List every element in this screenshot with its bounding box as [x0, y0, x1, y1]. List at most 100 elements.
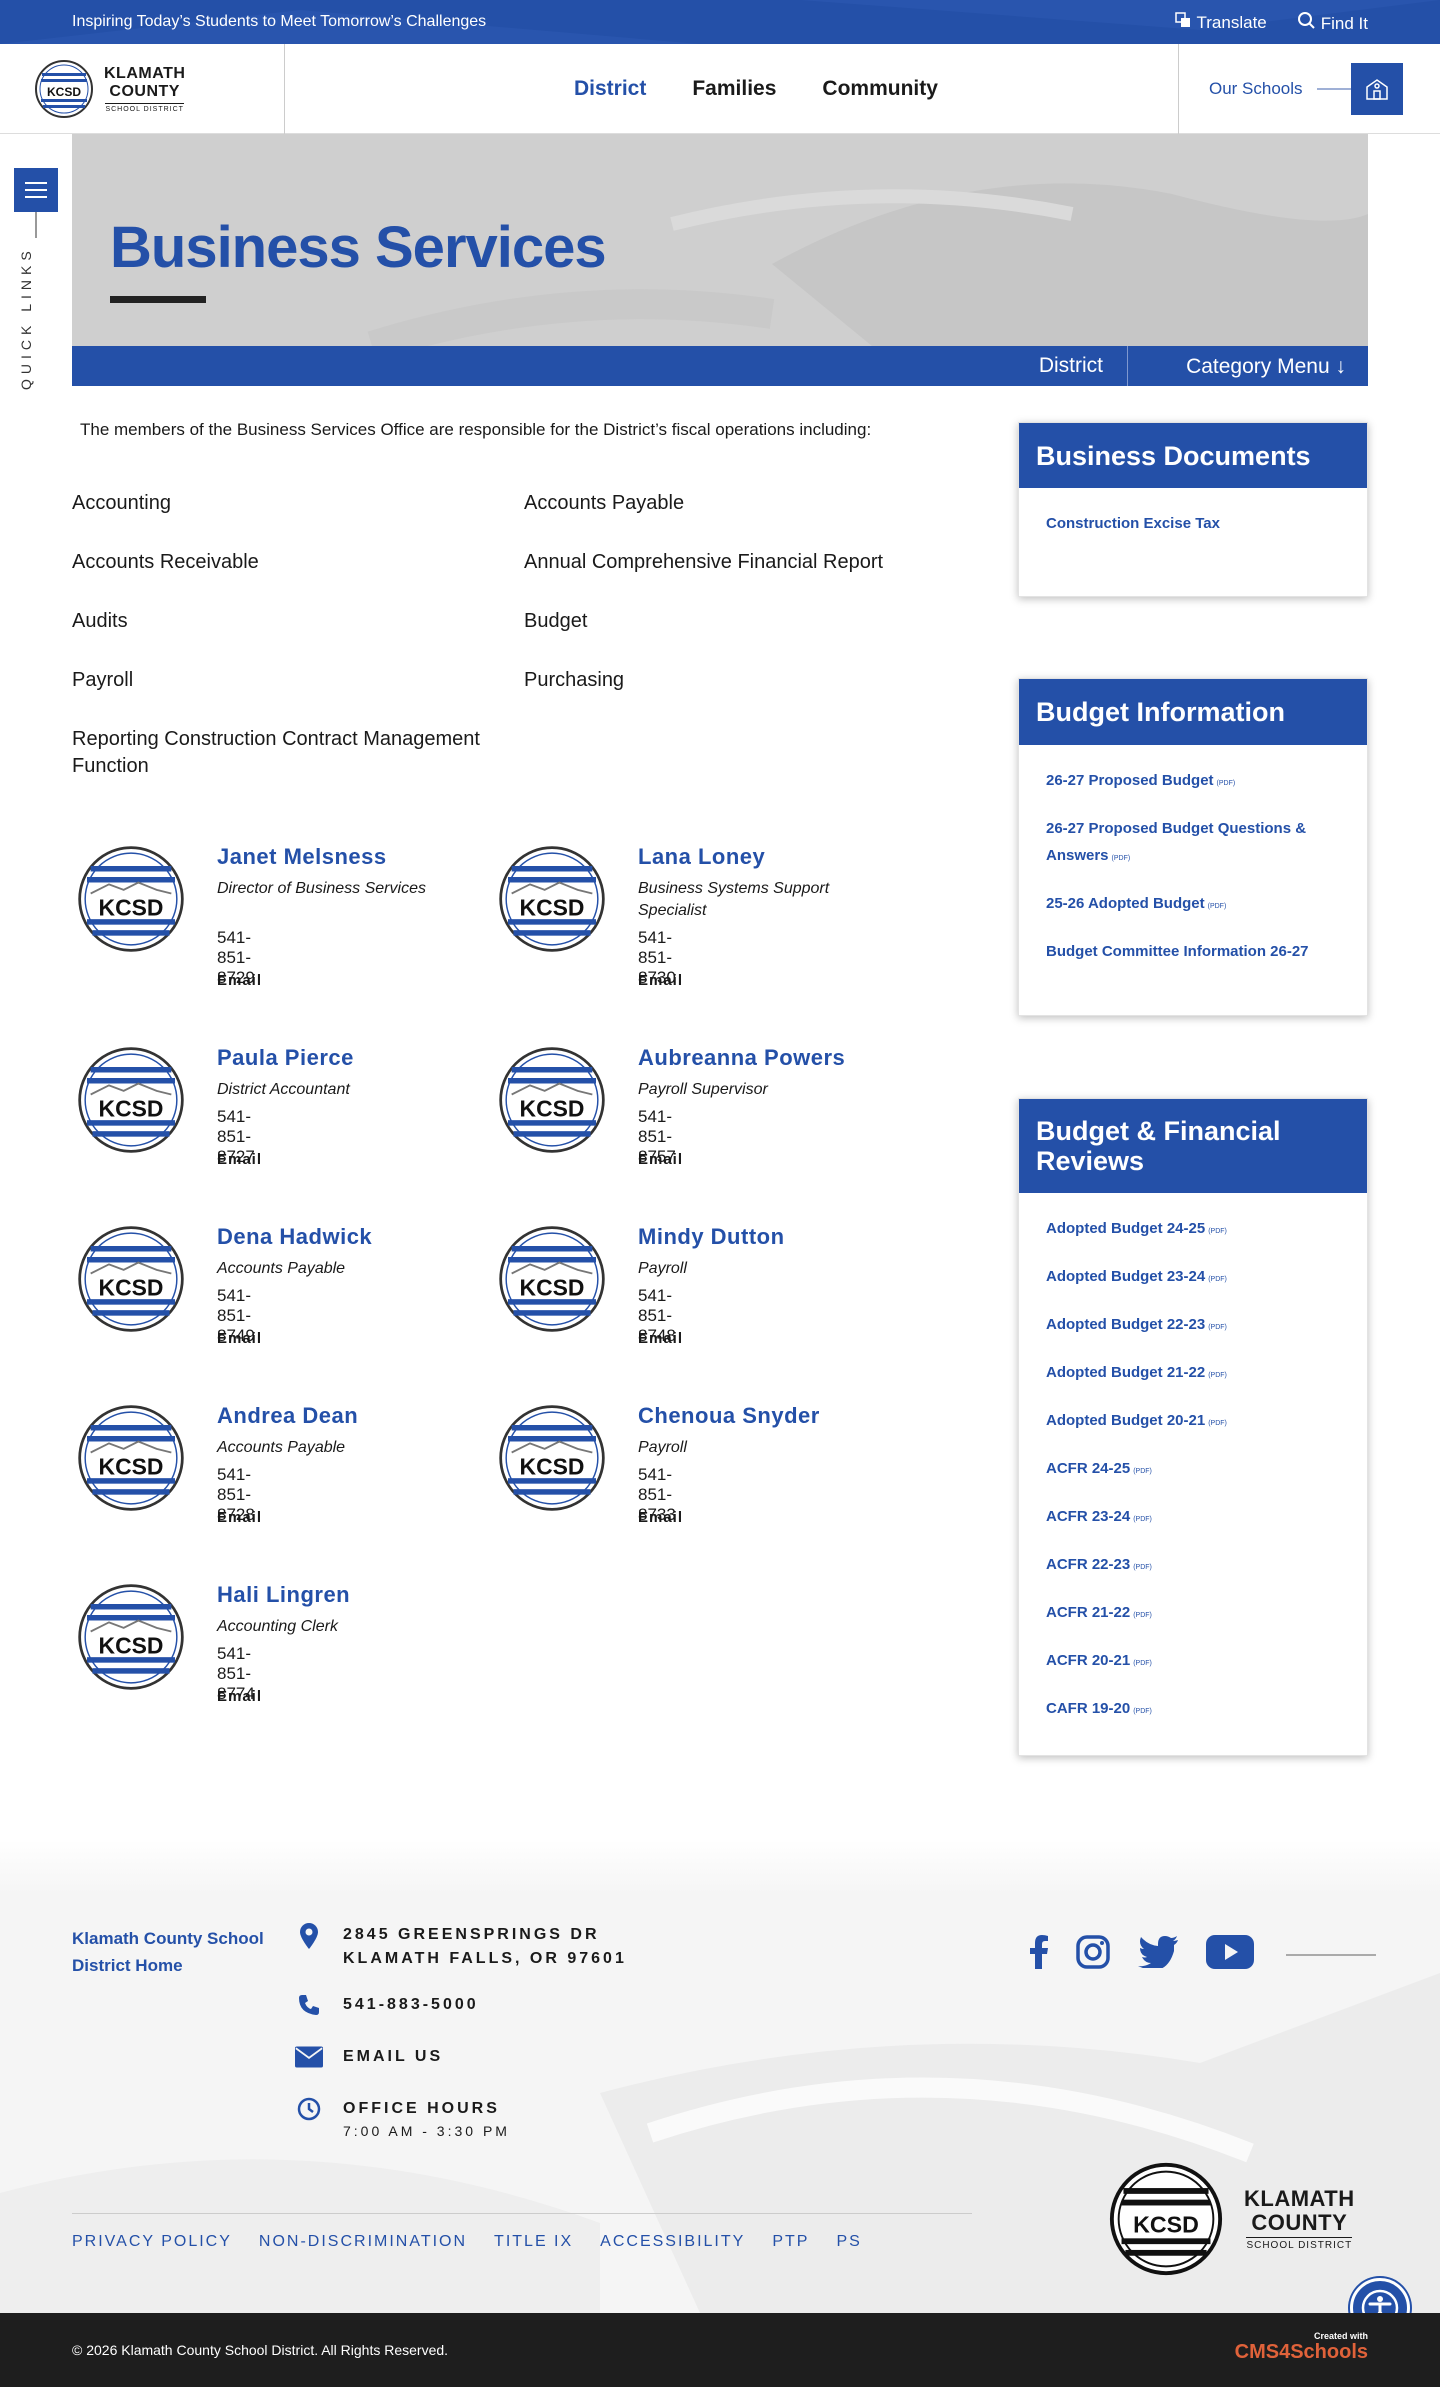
our-schools-area: Our Schools [1178, 44, 1440, 134]
ps-link[interactable]: PS [836, 2233, 861, 2251]
address-line-2: KLAMATH FALLS, OR 97601 [343, 1950, 627, 1967]
youtube-icon[interactable] [1206, 1935, 1254, 1974]
our-schools-link[interactable]: Our Schools [1209, 79, 1303, 99]
email-row: EMAIL US [295, 2045, 443, 2073]
card-title: Budget & Financial Reviews [1019, 1099, 1367, 1193]
document-link[interactable]: Adopted Budget 21-22 (PDF) [1046, 1364, 1227, 1381]
staff-name[interactable]: Andrea Dean [217, 1403, 358, 1429]
staff-name[interactable]: Paula Pierce [217, 1045, 354, 1071]
address-row: 2845 GREENSPRINGS DR KLAMATH FALLS, OR 97… [295, 1923, 627, 1971]
privacy-policy-link[interactable]: PRIVACY POLICY [72, 2233, 232, 2251]
category-bar: District Category Menu ↓ [72, 346, 1368, 386]
non-discrimination-link[interactable]: NON-DISCRIMINATION [259, 2233, 467, 2251]
footer-district-logo: KCSD KLAMATH COUNTY SCHOOL DISTRICT [1108, 2161, 1355, 2277]
staff-email-link[interactable]: Email [638, 1509, 683, 1526]
nav-district[interactable]: District [574, 77, 646, 101]
site-header: KCSD KLAMATH COUNTY SCHOOL DISTRICT Dist… [0, 44, 1440, 134]
staff-email-link[interactable]: Email [217, 1509, 262, 1526]
breadcrumb-district[interactable]: District [1039, 346, 1103, 386]
copyright-text: © 2026 Klamath County School District. A… [72, 2342, 449, 2358]
find-it-button[interactable]: Find It [1297, 11, 1368, 34]
footer-logo-link[interactable]: Klamath County School District Home [72, 1925, 292, 1979]
category-menu-label: Category Menu [1186, 355, 1330, 378]
staff-email-link[interactable]: Email [217, 1330, 262, 1347]
hours-value: 7:00 AM - 3:30 PM [343, 2123, 510, 2139]
facebook-icon[interactable] [1030, 1935, 1048, 1974]
phone-link[interactable]: 541-883-5000 [343, 1993, 479, 2017]
tagline: Inspiring Today’s Students to Meet Tomor… [72, 13, 487, 30]
document-link[interactable]: Budget Committee Information 26-27 [1046, 943, 1309, 960]
list-item: Purchasing [524, 669, 625, 691]
staff-title: Business Systems Support Specialist [638, 880, 830, 919]
svg-text:KCSD: KCSD [99, 895, 164, 921]
document-link[interactable]: Adopted Budget 22-23 (PDF) [1046, 1316, 1227, 1333]
district-logo-link[interactable]: KCSD KLAMATH COUNTY SCHOOL DISTRICT [0, 44, 285, 134]
email-link[interactable]: EMAIL US [343, 2045, 443, 2069]
document-link[interactable]: ACFR 22-23 (PDF) [1046, 1556, 1152, 1573]
footer-logo-line-1: KLAMATH [1244, 2186, 1355, 2211]
staff-name[interactable]: Hali Lingren [217, 1582, 350, 1608]
document-link[interactable]: Adopted Budget 23-24 (PDF) [1046, 1268, 1227, 1285]
footer-divider [72, 2213, 972, 2214]
our-schools-divider [1316, 88, 1351, 90]
translate-button[interactable]: Translate [1174, 11, 1267, 33]
nav-community[interactable]: Community [822, 77, 938, 101]
staff-photo: KCSD [76, 1403, 186, 1513]
accessibility-link[interactable]: ACCESSIBILITY [600, 2233, 745, 2251]
category-divider [1127, 346, 1128, 386]
document-link[interactable]: ACFR 20-21 (PDF) [1046, 1652, 1152, 1669]
document-link[interactable]: 25-26 Adopted Budget (PDF) [1046, 895, 1226, 912]
list-item: Accounting [72, 492, 171, 514]
staff-name[interactable]: Janet Melsness [217, 844, 387, 870]
staff-title: Accounting Clerk [217, 1618, 338, 1635]
staff-title: Accounts Payable [217, 1439, 346, 1456]
credit-line-2: CMS4Schools [1234, 2341, 1368, 2363]
staff-email-link[interactable]: Email [638, 1330, 683, 1347]
staff-email-link[interactable]: Email [638, 1151, 683, 1168]
financial-reviews-links: Adopted Budget 24-25 (PDF) Adopted Budget … [1019, 1193, 1367, 1763]
find-it-label: Find It [1320, 13, 1368, 33]
svg-text:KCSD: KCSD [520, 1275, 585, 1301]
list-item: Reporting Construction Contract Manageme… [72, 728, 480, 777]
title-ix-link[interactable]: TITLE IX [494, 2233, 573, 2251]
staff-name[interactable]: Mindy Dutton [638, 1224, 785, 1250]
quick-links-stem [35, 212, 37, 238]
kcsd-seal-icon: KCSD [35, 60, 93, 118]
staff-email-link[interactable]: Email [217, 1151, 262, 1168]
staff-name[interactable]: Dena Hadwick [217, 1224, 372, 1250]
instagram-icon[interactable] [1076, 1935, 1110, 1974]
staff-title: District Accountant [217, 1081, 350, 1098]
document-link[interactable]: 26-27 Proposed Budget (PDF) [1046, 772, 1235, 789]
staff-title: Accounts Payable [217, 1260, 346, 1277]
twitter-icon[interactable] [1138, 1936, 1178, 1973]
staff-photo: KCSD [76, 1582, 186, 1692]
cms-credit-link[interactable]: Created with CMS4Schools [1235, 2331, 1368, 2364]
category-menu-button[interactable]: Category Menu ↓ [1186, 346, 1346, 388]
credit-line-1: Created with [1313, 2331, 1368, 2341]
nav-families[interactable]: Families [692, 77, 776, 101]
staff-email-link[interactable]: Email [638, 972, 683, 989]
staff-email-link[interactable]: Email [217, 1688, 262, 1705]
staff-name[interactable]: Lana Loney [638, 844, 765, 870]
document-link[interactable]: 26-27 Proposed Budget Questions & Answer… [1046, 820, 1306, 864]
ptp-link[interactable]: PTP [772, 2233, 809, 2251]
card-title: Budget Information [1019, 679, 1367, 745]
school-building-icon [1365, 79, 1388, 100]
document-link[interactable]: ACFR 21-22 (PDF) [1046, 1604, 1152, 1621]
document-link[interactable]: Construction Excise Tax [1046, 515, 1220, 532]
search-icon [1297, 11, 1315, 34]
document-link[interactable]: ACFR 24-25 (PDF) [1046, 1460, 1152, 1477]
our-schools-button[interactable] [1350, 63, 1403, 115]
quick-links-button[interactable] [14, 168, 58, 212]
intro-text: The members of the Business Services Off… [80, 420, 872, 439]
translate-icon [1174, 11, 1191, 33]
document-link[interactable]: ACFR 23-24 (PDF) [1046, 1508, 1152, 1525]
document-link[interactable]: Adopted Budget 24-25 (PDF) [1046, 1220, 1227, 1237]
staff-title: Payroll [638, 1439, 687, 1456]
document-link[interactable]: CAFR 19-20 (PDF) [1046, 1700, 1152, 1717]
document-link[interactable]: Adopted Budget 20-21 (PDF) [1046, 1412, 1227, 1429]
staff-email-link[interactable]: Email [217, 972, 262, 989]
staff-photo: KCSD [497, 1045, 607, 1155]
staff-name[interactable]: Chenoua Snyder [638, 1403, 820, 1429]
staff-name[interactable]: Aubreanna Powers [638, 1045, 845, 1071]
